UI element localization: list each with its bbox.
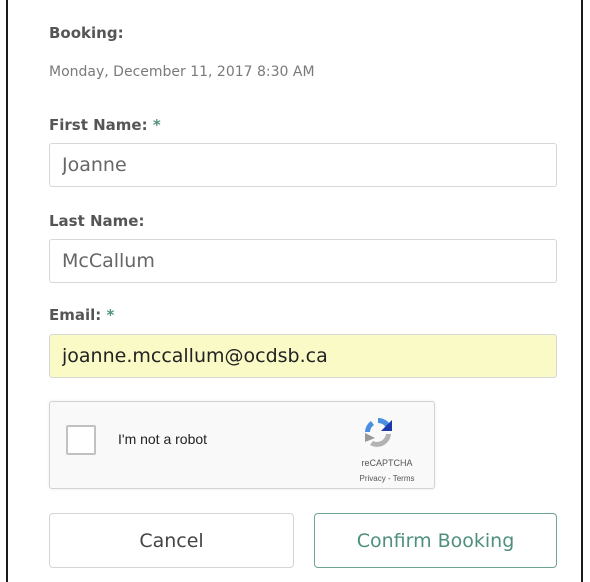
recaptcha-brand-text: reCAPTCHA (361, 458, 413, 468)
first-name-label-text: First Name: (49, 116, 148, 134)
recaptcha-links-text[interactable]: Privacy - Terms (342, 474, 432, 483)
cancel-button[interactable]: Cancel (49, 513, 294, 568)
email-label: Email: * (49, 306, 114, 324)
first-name-field[interactable] (49, 143, 557, 187)
recaptcha-label: I'm not a robot (118, 431, 208, 447)
booking-label: Booking: (49, 24, 124, 42)
last-name-field[interactable] (49, 239, 557, 283)
recaptcha-widget: I'm not a robot reCAPTCHA Privacy - Term… (49, 401, 435, 489)
recaptcha-links[interactable]: Privacy - Terms (50, 474, 432, 483)
email-label-text: Email: (49, 306, 102, 324)
email-required-mark: * (106, 306, 115, 324)
last-name-label: Last Name: (49, 212, 145, 230)
recaptcha-brand: reCAPTCHA (50, 458, 432, 468)
email-field[interactable] (49, 334, 557, 378)
recaptcha-checkbox[interactable] (66, 425, 96, 455)
booking-datetime: Monday, December 11, 2017 8:30 AM (49, 64, 315, 80)
dialog-frame (6, 0, 583, 582)
confirm-booking-button[interactable]: Confirm Booking (314, 513, 557, 568)
recaptcha-logo-icon (365, 417, 392, 447)
first-name-label: First Name: * (49, 116, 161, 134)
first-name-required-mark: * (152, 116, 161, 134)
